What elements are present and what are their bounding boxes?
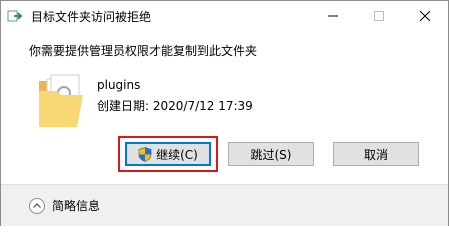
close-icon [420,11,430,21]
window-title: 目标文件夹访问被拒绝 [31,10,152,24]
permission-message: 你需要提供管理员权限才能复制到此文件夹 [29,44,258,58]
minimize-icon [328,15,338,17]
cancel-button[interactable]: 取消 [333,142,419,166]
continue-button[interactable]: 继续(C) [125,142,211,166]
file-move-icon [7,9,23,23]
skip-button[interactable]: 跳过(S) [228,142,314,166]
close-button[interactable] [402,1,448,31]
continue-label: 继续(C) [156,147,198,162]
item-name: plugins [97,78,141,92]
item-created-date: 创建日期: 2020/7/12 17:39 [97,99,253,113]
chevron-up-circle-icon [29,197,45,214]
cancel-label: 取消 [363,147,388,162]
folder-icon [37,71,87,129]
details-toggle[interactable]: 简略信息 [29,197,100,214]
details-label: 简略信息 [52,199,101,213]
uac-shield-icon [138,146,152,162]
minimize-button[interactable] [310,1,356,31]
skip-label: 跳过(S) [250,147,292,162]
dialog-footer: 简略信息 [1,184,448,226]
dialog-window: 目标文件夹访问被拒绝 你需要提供管理员权限才能复制到此文件夹 plugins 创… [0,0,449,226]
title-bar[interactable]: 目标文件夹访问被拒绝 [1,1,448,31]
maximize-button[interactable] [356,1,402,31]
maximize-icon [374,11,384,21]
